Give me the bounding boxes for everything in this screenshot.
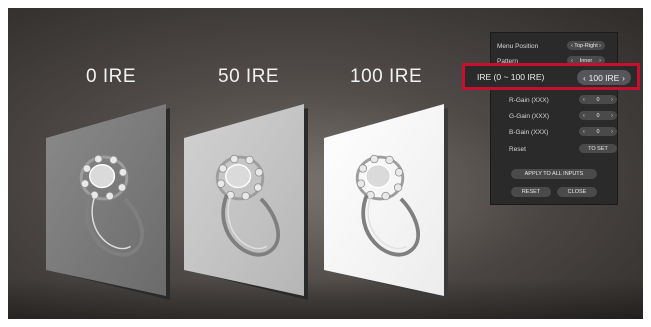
ire-setting-highlight[interactable]: IRE (0 ~ 100 IRE) ‹ 100 IRE ›	[462, 63, 640, 90]
reset-label: Reset	[509, 145, 526, 153]
g-gain-label: G-Gain (XXX)	[509, 112, 550, 120]
r-gain-value: 0	[596, 96, 600, 103]
osd-menu: Menu Position ‹ Top-Right › Pattern ‹ In…	[490, 32, 618, 205]
chevron-left-icon[interactable]: ‹	[583, 73, 586, 83]
chevron-left-icon[interactable]: ‹	[583, 97, 585, 103]
apply-to-all-inputs-button[interactable]: APPLY TO ALL INPUTS	[511, 169, 597, 179]
r-gain-selector[interactable]: ‹ 0 ›	[579, 95, 617, 104]
close-button[interactable]: CLOSE	[557, 187, 597, 197]
menu-row-r-gain[interactable]: R-Gain (XXX) ‹ 0 ›	[509, 94, 617, 106]
menu-position-label: Menu Position	[497, 42, 539, 50]
chevron-left-icon[interactable]: ‹	[571, 43, 573, 49]
chevron-right-icon[interactable]: ›	[622, 73, 625, 83]
r-gain-label: R-Gain (XXX)	[509, 96, 549, 104]
to-set-button[interactable]: TO SET	[579, 144, 617, 153]
ire-selector[interactable]: ‹ 100 IRE ›	[577, 70, 631, 85]
menu-row-menu-position[interactable]: Menu Position ‹ Top-Right ›	[497, 40, 611, 52]
ire-label: IRE (0 ~ 100 IRE)	[477, 71, 545, 82]
g-gain-value: 0	[596, 112, 600, 119]
b-gain-label: B-Gain (XXX)	[509, 128, 549, 136]
menu-row-g-gain[interactable]: G-Gain (XXX) ‹ 0 ›	[509, 110, 617, 122]
chevron-left-icon[interactable]: ‹	[583, 113, 585, 119]
chevron-right-icon[interactable]: ›	[611, 97, 613, 103]
menu-position-selector[interactable]: ‹ Top-Right ›	[567, 41, 605, 50]
reset-button[interactable]: RESET	[511, 187, 551, 197]
menu-position-value: Top-Right	[574, 42, 598, 49]
b-gain-selector[interactable]: ‹ 0 ›	[579, 127, 617, 136]
chevron-right-icon[interactable]: ›	[599, 43, 601, 49]
g-gain-selector[interactable]: ‹ 0 ›	[579, 111, 617, 120]
chevron-left-icon[interactable]: ‹	[583, 129, 585, 135]
menu-row-reset: Reset TO SET	[509, 143, 617, 155]
menu-row-b-gain[interactable]: B-Gain (XXX) ‹ 0 ›	[509, 126, 617, 138]
ire-value: 100 IRE	[588, 72, 620, 83]
chevron-right-icon[interactable]: ›	[611, 129, 613, 135]
chevron-right-icon[interactable]: ›	[611, 113, 613, 119]
b-gain-value: 0	[596, 128, 600, 135]
